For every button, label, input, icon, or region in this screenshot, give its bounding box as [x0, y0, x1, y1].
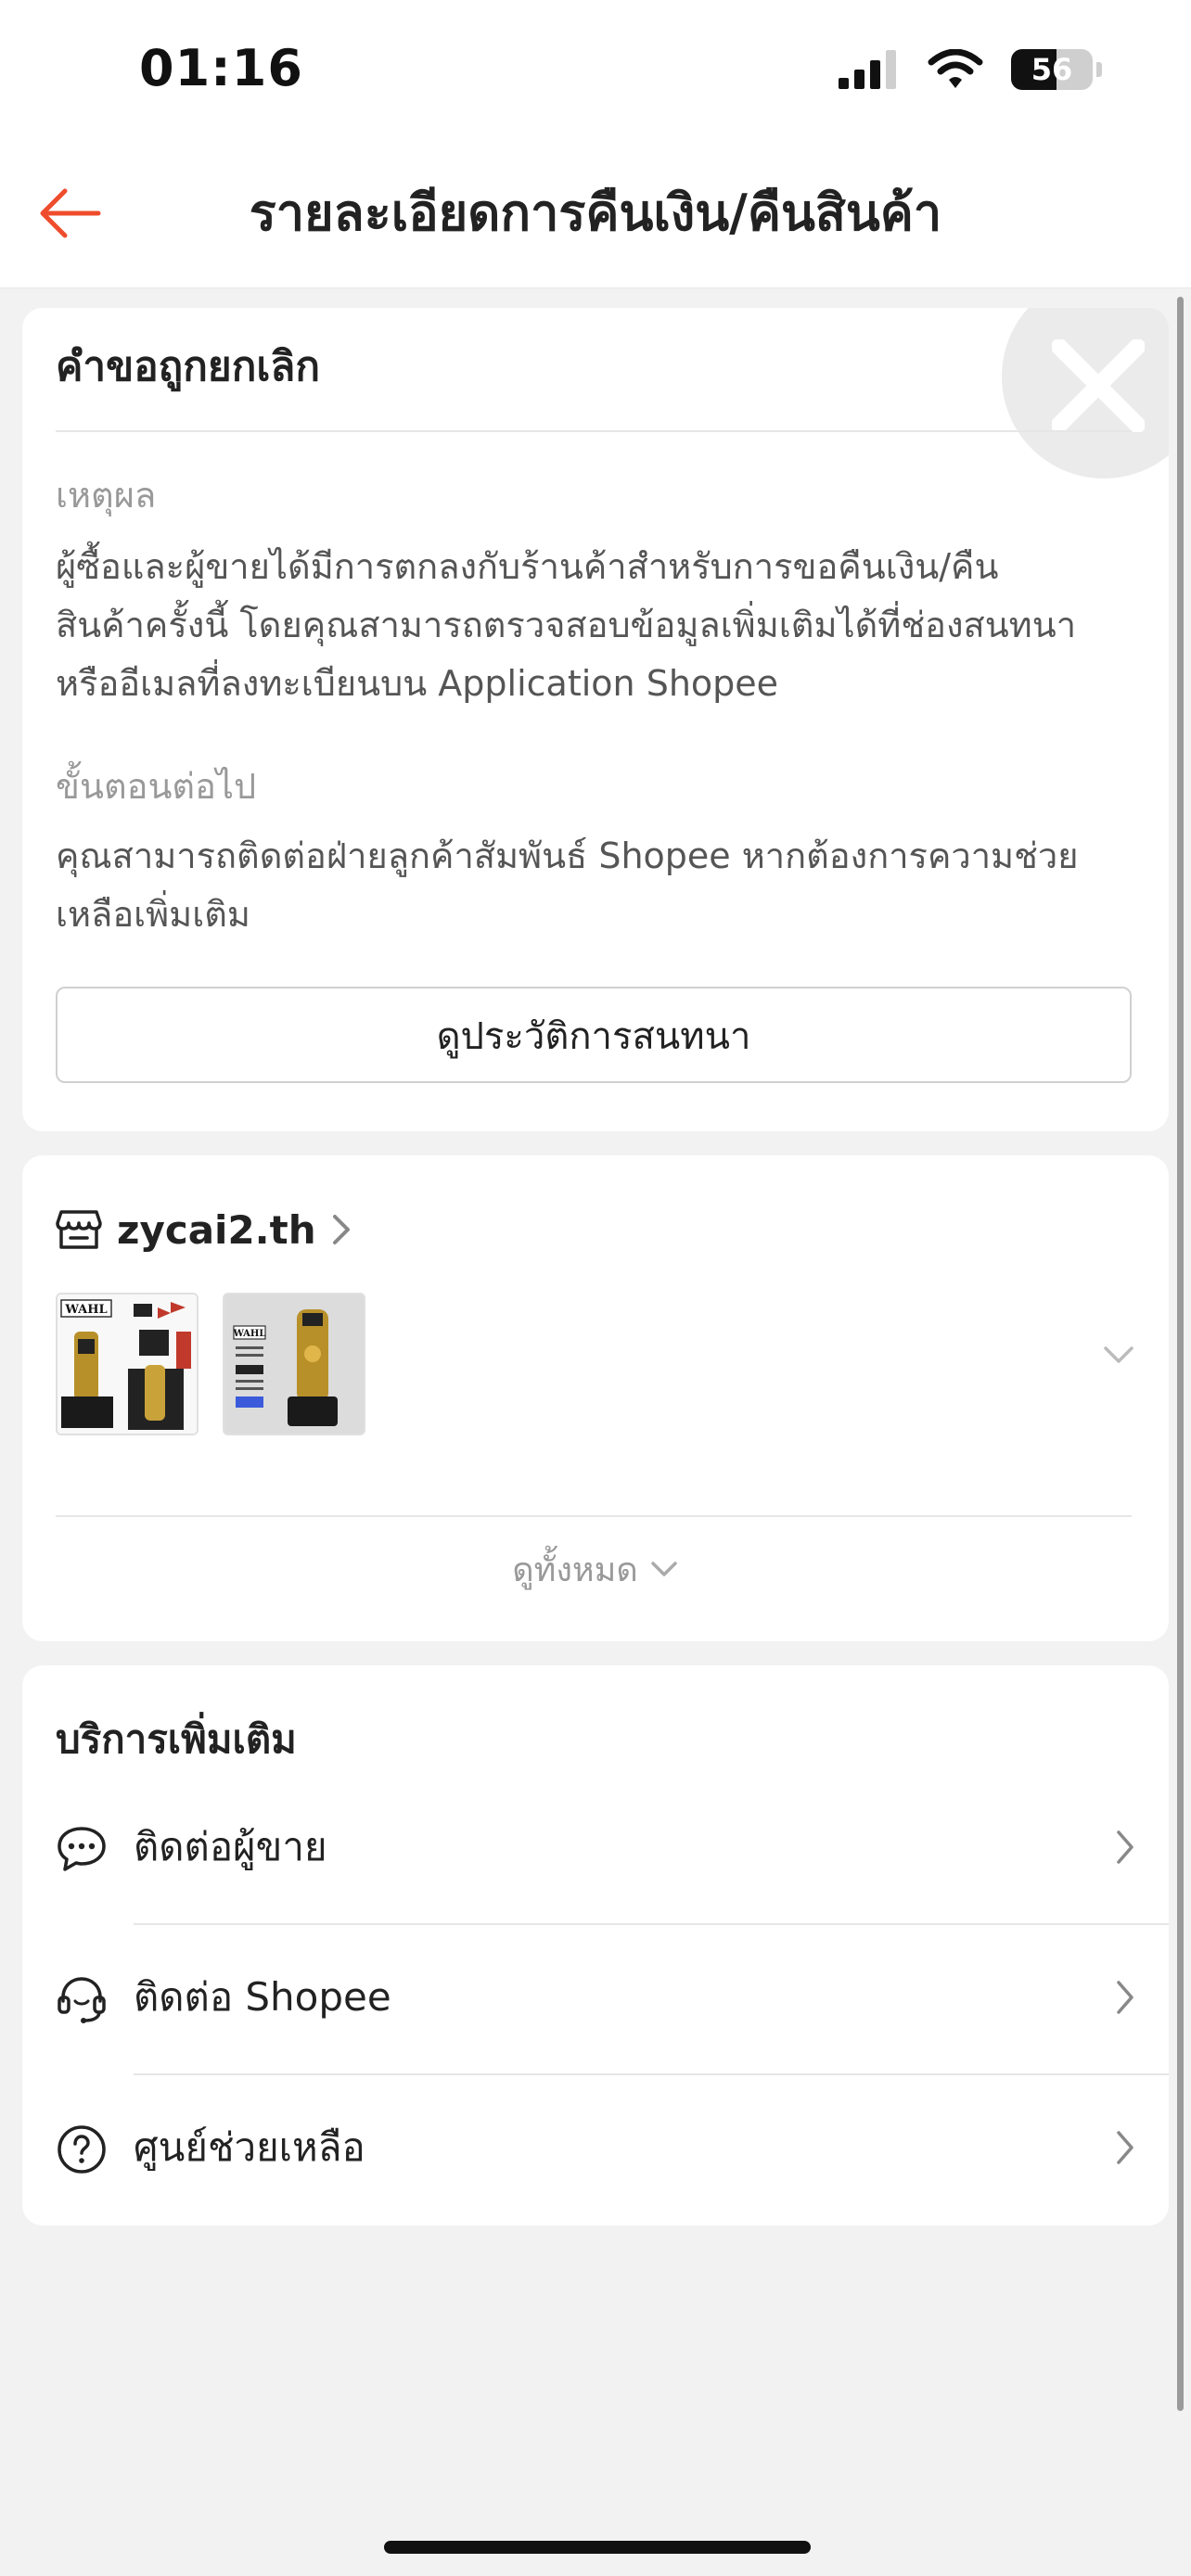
product-image: WAHL	[58, 1294, 197, 1434]
contact-shopee-item[interactable]: ติดต่อ Shopee	[22, 1925, 1169, 2073]
shop-name: zycai2.th	[117, 1206, 316, 1253]
next-step-text: คุณสามารถติดต่อฝ่ายลูกค้าสัมพันธ์ Shopee…	[56, 827, 1150, 944]
status-time: 01:16	[139, 39, 303, 97]
chevron-right-icon	[1117, 1830, 1133, 1864]
back-button[interactable]	[33, 176, 108, 250]
battery-tip	[1096, 62, 1102, 77]
divider	[56, 430, 1132, 432]
reason-line: สินค้าครั้งนี้ โดยคุณสามารถตรวจสอบข้อมูล…	[56, 605, 1077, 645]
contact-seller-label: ติดต่อผู้ขาย	[134, 1824, 327, 1869]
next-step-line: เหลือเพิ่มเติม	[56, 894, 250, 935]
divider	[56, 1515, 1132, 1517]
additional-services-card: บริการเพิ่มเติม ติดต่อผู้ขาย ติดต่อ Shop…	[22, 1665, 1169, 2225]
shop-card: zycai2.th WAHL WAHL ดูทั้งหมด	[22, 1155, 1169, 1641]
services-title: บริการเพิ่มเติม	[56, 1716, 297, 1762]
battery-level: 56	[1031, 52, 1073, 87]
chevron-right-icon	[1117, 1981, 1133, 2014]
battery-indicator: 56	[1011, 49, 1093, 90]
chevron-right-icon	[332, 1215, 350, 1244]
page-title: รายละเอียดการคืนเงิน/คืนสินค้า	[249, 184, 942, 242]
product-thumbnail[interactable]: WAHL	[223, 1293, 365, 1435]
status-bar: 01:16 56	[0, 0, 1191, 139]
request-status-card: คำขอถูกยกเลิก เหตุผล ผู้ซื้อและผู้ขายได้…	[22, 308, 1169, 1131]
product-2-brand: WAHL	[233, 1329, 266, 1339]
shop-link[interactable]: zycai2.th	[56, 1202, 352, 1257]
close-icon	[1052, 339, 1145, 432]
status-icons: 56	[839, 46, 1102, 93]
headset-icon	[58, 1977, 106, 2023]
chevron-right-icon	[1117, 2131, 1133, 2164]
cellular-signal-icon	[839, 50, 896, 89]
contact-seller-item[interactable]: ติดต่อผู้ขาย	[22, 1775, 1169, 1923]
nav-bar: รายละเอียดการคืนเงิน/คืนสินค้า	[0, 139, 1191, 288]
home-indicator[interactable]	[384, 2541, 811, 2554]
next-step-label: ขั้นตอนต่อไป	[56, 766, 257, 807]
product-thumbnail[interactable]: WAHL	[56, 1293, 198, 1435]
status-title: คำขอถูกยกเลิก	[56, 343, 320, 390]
product-image: WAHL	[224, 1294, 364, 1434]
shop-icon	[56, 1210, 102, 1249]
reason-line: ผู้ซื้อและผู้ขายได้มีการตกลงกับร้านค้าสำ…	[56, 546, 999, 587]
back-arrow-icon	[40, 188, 101, 238]
cancelled-badge	[1002, 308, 1169, 478]
reason-line: หรืออีเมลที่ลงทะเบียนบน Application Shop…	[56, 663, 779, 704]
contact-shopee-label: ติดต่อ Shopee	[134, 1974, 391, 2020]
wifi-icon	[928, 49, 983, 88]
chevron-down-icon	[651, 1562, 677, 1576]
see-all-button[interactable]: ดูทั้งหมด	[22, 1541, 1169, 1597]
view-chat-history-button[interactable]: ดูประวัติการสนทนา	[56, 987, 1132, 1083]
reason-label: เหตุผล	[56, 475, 157, 516]
product-1-brand: WAHL	[64, 1303, 107, 1317]
chevron-down-icon[interactable]	[1102, 1345, 1135, 1365]
help-circle-icon	[58, 2125, 106, 2174]
help-center-item[interactable]: ศูนย์ช่วยเหลือ	[22, 2075, 1169, 2224]
see-all-label: ดูทั้งหมด	[512, 1550, 638, 1589]
help-center-label: ศูนย์ช่วยเหลือ	[134, 2124, 365, 2170]
next-step-line: คุณสามารถติดต่อฝ่ายลูกค้าสัมพันธ์ Shopee…	[56, 835, 1079, 876]
chat-bubble-icon	[58, 1827, 106, 1871]
scrollbar[interactable]	[1177, 297, 1184, 2411]
reason-text: ผู้ซื้อและผู้ขายได้มีการตกลงกับร้านค้าสำ…	[56, 538, 1150, 713]
